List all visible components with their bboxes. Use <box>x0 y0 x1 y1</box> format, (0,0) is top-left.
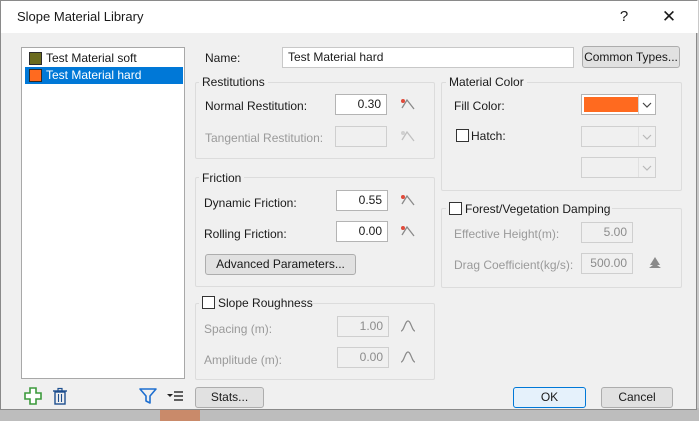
statistics-icon[interactable] <box>400 193 416 207</box>
hatch-pattern-combo <box>581 126 656 147</box>
name-field[interactable]: Test Material hard <box>282 47 574 68</box>
trash-icon[interactable] <box>50 386 70 406</box>
dialog-title: Slope Material Library <box>17 9 144 24</box>
restitutions-group <box>195 82 435 159</box>
amplitude-label: Amplitude (m): <box>204 353 283 367</box>
drag-coefficient-label: Drag Coefficient(kg/s): <box>454 258 574 272</box>
material-item-label: Test Material hard <box>46 68 142 82</box>
forest-damping-group <box>441 208 682 288</box>
spacing-field: 1.00 <box>337 316 389 337</box>
help-button[interactable]: ? <box>604 3 644 31</box>
rolling-friction-label: Rolling Friction: <box>204 227 287 241</box>
statistics-icon[interactable] <box>400 224 416 238</box>
material-item-label: Test Material soft <box>46 51 137 65</box>
material-color-title: Material Color <box>446 75 527 89</box>
fill-color-swatch <box>584 97 638 112</box>
normal-restitution-field[interactable]: 0.30 <box>335 94 387 115</box>
background-patch <box>160 410 200 421</box>
statistics-icon[interactable] <box>400 97 416 111</box>
slope-roughness-group <box>195 303 435 380</box>
hatch-color-combo <box>581 157 656 178</box>
ok-button[interactable]: OK <box>513 387 586 408</box>
advanced-parameters-button[interactable]: Advanced Parameters... <box>205 254 356 275</box>
forest-damping-header: Forest/Vegetation Damping <box>446 201 612 217</box>
amplitude-field: 0.00 <box>337 347 389 368</box>
normal-restitution-label: Normal Restitution: <box>205 99 308 113</box>
effective-height-field: 5.00 <box>581 222 633 243</box>
waveform-icon <box>400 320 416 332</box>
material-swatch-soft <box>29 52 42 65</box>
sort-menu-icon[interactable] <box>165 386 185 406</box>
statistics-icon-disabled <box>401 130 415 142</box>
tangential-restitution-field <box>335 126 387 147</box>
chevron-down-icon <box>638 158 655 177</box>
hatch-checkbox[interactable] <box>456 129 469 142</box>
friction-title: Friction <box>199 171 245 185</box>
common-types-button[interactable]: Common Types... <box>582 46 680 68</box>
material-list[interactable]: Test Material soft Test Material hard <box>21 47 185 379</box>
chevron-down-icon <box>638 95 655 114</box>
fill-color-label: Fill Color: <box>454 99 505 113</box>
chevron-down-icon <box>638 127 655 146</box>
tree-icon <box>649 257 661 268</box>
restitutions-title: Restitutions <box>199 75 268 89</box>
cancel-button[interactable]: Cancel <box>601 387 673 408</box>
title-bar: Slope Material Library ? ✕ <box>1 1 698 33</box>
material-swatch-hard <box>29 69 42 82</box>
slope-roughness-checkbox[interactable] <box>202 296 215 309</box>
forest-damping-title: Forest/Vegetation Damping <box>465 202 611 216</box>
slope-roughness-title: Slope Roughness <box>218 296 313 310</box>
slope-material-library-dialog: Slope Material Library ? ✕ Test Material… <box>0 0 698 410</box>
rolling-friction-field[interactable]: 0.00 <box>336 221 388 242</box>
dynamic-friction-label: Dynamic Friction: <box>204 196 297 210</box>
close-button[interactable]: ✕ <box>649 3 689 31</box>
filter-icon[interactable] <box>138 386 158 406</box>
waveform-icon <box>400 351 416 363</box>
hatch-label: Hatch: <box>471 129 506 143</box>
drag-coefficient-field: 500.00 <box>581 253 633 274</box>
material-item-hard[interactable]: Test Material hard <box>25 67 183 84</box>
fill-color-combo[interactable] <box>581 94 656 115</box>
material-item-soft[interactable]: Test Material soft <box>25 50 183 67</box>
spacing-label: Spacing (m): <box>204 322 273 336</box>
dynamic-friction-field[interactable]: 0.55 <box>336 190 388 211</box>
forest-damping-checkbox[interactable] <box>449 202 462 215</box>
name-label: Name: <box>205 51 241 65</box>
plus-icon[interactable] <box>23 386 43 406</box>
tangential-restitution-label: Tangential Restitution: <box>205 131 324 145</box>
effective-height-label: Effective Height(m): <box>454 227 560 241</box>
stats-button[interactable]: Stats... <box>195 387 264 408</box>
slope-roughness-header: Slope Roughness <box>199 295 313 311</box>
